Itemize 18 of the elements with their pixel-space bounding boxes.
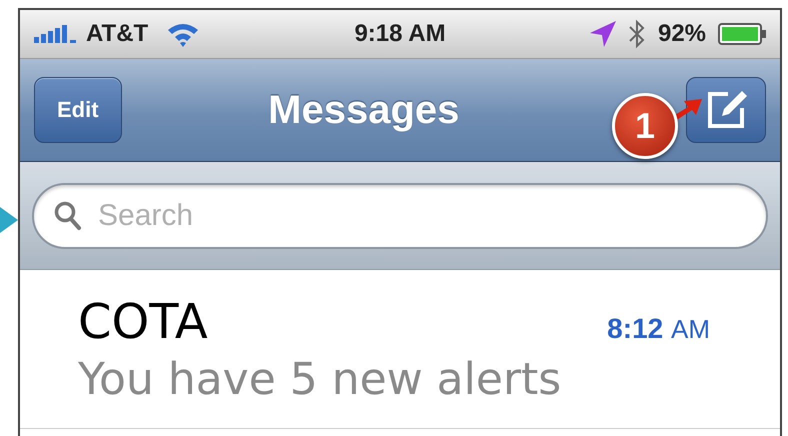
sender-name: COTA [78,294,208,350]
carrier-name: AT&T [86,20,148,48]
battery-percentage: 92% [658,20,706,48]
message-time: 8:12 AM [607,313,710,345]
signal-icon [34,25,78,43]
status-time: 9:18 AM [354,20,446,48]
battery-icon [718,23,766,45]
step-number-badge: 1 [612,93,678,159]
nav-title: Messages [268,88,460,132]
location-arrow-icon [590,21,616,47]
pointer-arrow-icon [0,207,18,233]
bluetooth-icon [628,19,646,49]
message-preview: You have 5 new alerts [78,354,562,405]
wifi-icon [166,21,200,47]
search-field[interactable]: Search [32,182,768,248]
edit-button[interactable]: Edit [34,77,122,143]
search-icon [54,200,82,230]
compose-button[interactable] [686,77,766,143]
